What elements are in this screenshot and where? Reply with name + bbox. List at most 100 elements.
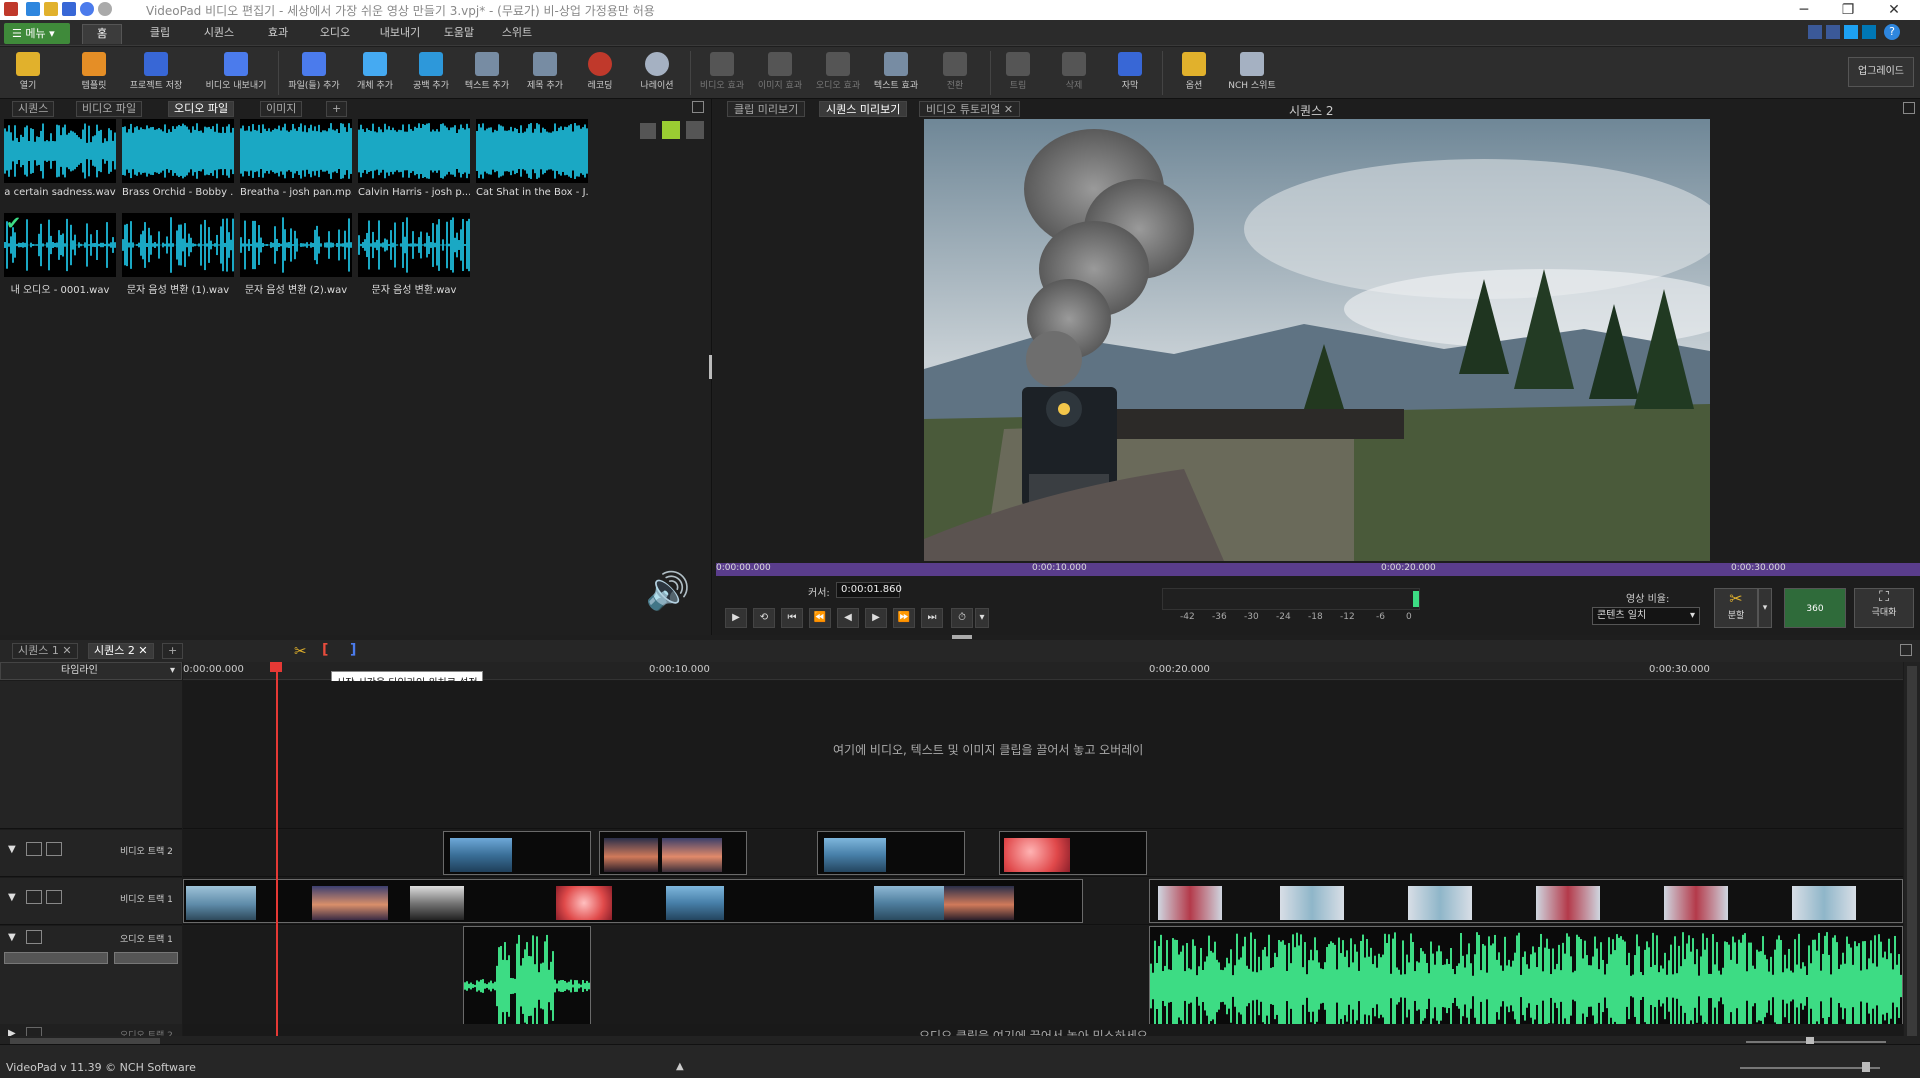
record-button[interactable]: 레코딩 bbox=[578, 49, 622, 97]
next-clip-button[interactable]: ⏩ bbox=[893, 608, 915, 628]
open-icon[interactable] bbox=[44, 2, 58, 16]
fullscreen-button[interactable]: ⛶ 극대화 bbox=[1854, 588, 1914, 628]
text-effects-button[interactable]: 텍스트 효과 bbox=[868, 49, 924, 97]
play-button[interactable]: ▶ bbox=[725, 608, 747, 628]
linkedin-icon[interactable] bbox=[1862, 25, 1876, 39]
bin-tab-images[interactable]: 이미지 bbox=[260, 101, 303, 117]
trim-button[interactable]: 트림 bbox=[996, 49, 1040, 97]
lock-icon[interactable] bbox=[46, 842, 62, 856]
save-icon[interactable] bbox=[62, 2, 76, 16]
tab-home[interactable]: 홈 bbox=[82, 24, 122, 44]
previous-clip-button[interactable]: ⏪ bbox=[809, 608, 831, 628]
bin-tab-audio-files[interactable]: 오디오 파일 bbox=[168, 101, 235, 117]
collapse-icon[interactable]: ▼ bbox=[8, 844, 16, 855]
tab-clip[interactable]: 클립 bbox=[140, 24, 180, 44]
undock-icon[interactable] bbox=[692, 101, 704, 113]
tab-suite[interactable]: 스위트 bbox=[494, 24, 540, 44]
tab-audio[interactable]: 오디오 bbox=[312, 24, 358, 44]
video-track-2[interactable] bbox=[183, 830, 1903, 877]
pane-resize-handle[interactable] bbox=[952, 635, 972, 639]
minimize-button[interactable]: ─ bbox=[1782, 0, 1826, 20]
audio-file-item[interactable]: Breatha - josh pan.mp3 bbox=[240, 119, 352, 198]
playhead[interactable] bbox=[276, 662, 278, 1042]
trash-icon[interactable] bbox=[640, 123, 656, 139]
expand-panel-icon[interactable]: ▲ bbox=[676, 1061, 684, 1072]
speaker-icon[interactable] bbox=[26, 930, 42, 944]
step-forward-button[interactable]: ▶ bbox=[865, 608, 887, 628]
volume-slider[interactable] bbox=[1740, 1067, 1880, 1069]
export-video-button[interactable]: 비디오 내보내기 bbox=[200, 49, 272, 97]
pan-slider[interactable] bbox=[114, 952, 178, 964]
close-button[interactable]: ✕ bbox=[1872, 0, 1916, 20]
close-icon[interactable]: ✕ bbox=[1004, 103, 1013, 116]
video-track-1[interactable] bbox=[183, 878, 1903, 925]
audio-file-item[interactable]: 문자 음성 변환.wav bbox=[358, 213, 470, 296]
sequence-tab-1[interactable]: 시퀀스 1 ✕ bbox=[12, 643, 78, 659]
volume-slider[interactable] bbox=[4, 952, 108, 964]
eye-icon[interactable] bbox=[26, 890, 42, 904]
panel-splitter[interactable] bbox=[709, 355, 712, 379]
subtitle-button[interactable]: 자막 bbox=[1108, 49, 1152, 97]
add-files-button[interactable]: 파일(들) 추가 bbox=[284, 49, 344, 97]
save-project-button[interactable]: 프로젝트 저장 bbox=[124, 49, 188, 97]
add-folder-icon[interactable] bbox=[662, 121, 680, 139]
restore-button[interactable]: ❐ bbox=[1826, 0, 1870, 20]
collapse-icon[interactable]: ▼ bbox=[8, 932, 16, 943]
add-title-button[interactable]: 제목 추가 bbox=[520, 49, 570, 97]
lock-icon[interactable] bbox=[46, 890, 62, 904]
like-icon[interactable] bbox=[1808, 25, 1822, 39]
audio-effects-button[interactable]: 오디오 효과 bbox=[810, 49, 866, 97]
go-to-start-button[interactable]: ⏮ bbox=[781, 608, 803, 628]
tab-export[interactable]: 내보내기 bbox=[372, 24, 428, 44]
undock-icon[interactable] bbox=[1903, 102, 1915, 114]
main-menu-button[interactable]: ☰ 메뉴 ▾ bbox=[4, 23, 70, 44]
loop-button[interactable]: ⟲ bbox=[753, 608, 775, 628]
upgrade-button[interactable]: 업그레이드 bbox=[1848, 57, 1914, 87]
undock-icon[interactable] bbox=[1900, 644, 1912, 656]
tab-clip-preview[interactable]: 클립 미리보기 bbox=[727, 101, 806, 117]
step-back-button[interactable]: ◀ bbox=[837, 608, 859, 628]
sequence-tab-2[interactable]: 시퀀스 2 ✕ bbox=[88, 643, 154, 659]
sequence-tab-add[interactable]: + bbox=[162, 643, 184, 659]
add-object-button[interactable]: 개체 추가 bbox=[350, 49, 400, 97]
playhead-handle[interactable] bbox=[270, 662, 282, 672]
speed-dropdown-icon[interactable]: ▾ bbox=[975, 608, 989, 628]
zoom-slider[interactable] bbox=[1746, 1041, 1886, 1043]
open-button[interactable]: 열기 bbox=[6, 49, 50, 97]
template-button[interactable]: 템플릿 bbox=[72, 49, 116, 97]
tab-sequence-preview[interactable]: 시퀀스 미리보기 bbox=[819, 101, 908, 117]
twitter-icon[interactable] bbox=[1844, 25, 1858, 39]
transition-button[interactable]: 전환 bbox=[930, 49, 980, 97]
options-button[interactable]: 옵션 bbox=[1172, 49, 1216, 97]
delete-button[interactable]: 삭제 bbox=[1052, 49, 1096, 97]
add-blank-button[interactable]: 공백 추가 bbox=[406, 49, 456, 97]
narration-button[interactable]: 나레이션 bbox=[632, 49, 682, 97]
vr-360-button[interactable]: 360 bbox=[1784, 588, 1846, 628]
timeline-mode-select[interactable]: 타임라인 ▾ bbox=[0, 662, 182, 680]
bin-tab-add[interactable]: + bbox=[326, 101, 348, 117]
redo-icon[interactable] bbox=[98, 2, 112, 16]
tab-video-tutorial[interactable]: 비디오 튜토리얼 ✕ bbox=[919, 101, 1021, 117]
collapse-icon[interactable]: ▼ bbox=[8, 892, 16, 903]
bin-tab-video-files[interactable]: 비디오 파일 bbox=[76, 101, 143, 117]
list-view-icon[interactable] bbox=[686, 121, 704, 139]
video-effects-button[interactable]: 비디오 효과 bbox=[694, 49, 750, 97]
audio-file-item[interactable]: ✔ 내 오디오 - 0001.wav bbox=[4, 213, 116, 296]
go-to-end-button[interactable]: ⏭ bbox=[921, 608, 943, 628]
audio-file-item[interactable]: Cat Shat in the Box - J... bbox=[476, 119, 588, 198]
split-button[interactable]: ✂ 분할 bbox=[1714, 588, 1758, 628]
set-end-icon[interactable]: ] bbox=[350, 642, 364, 660]
set-start-icon[interactable]: [ bbox=[322, 642, 336, 660]
overlay-track[interactable]: 여기에 비디오, 텍스트 및 이미지 클립을 끌어서 놓고 오버레이 bbox=[183, 681, 1903, 829]
audio-file-item[interactable]: 문자 음성 변환 (1).wav bbox=[122, 213, 234, 296]
bin-tab-sequences[interactable]: 시퀀스 bbox=[12, 101, 55, 117]
facebook-icon[interactable] bbox=[1826, 25, 1840, 39]
audio-file-item[interactable]: Brass Orchid - Bobby ... bbox=[122, 119, 234, 198]
image-effects-button[interactable]: 이미지 효과 bbox=[752, 49, 808, 97]
split-icon[interactable]: ✂ bbox=[294, 642, 312, 660]
tab-effects[interactable]: 효과 bbox=[258, 24, 298, 44]
preview-time-ruler[interactable]: 0:00:00.000 0:00:10.000 0:00:20.000 0:00… bbox=[716, 563, 1920, 576]
new-icon[interactable] bbox=[26, 2, 40, 16]
vertical-scrollbar[interactable] bbox=[1904, 662, 1920, 1044]
add-text-button[interactable]: 텍스트 추가 bbox=[460, 49, 514, 97]
